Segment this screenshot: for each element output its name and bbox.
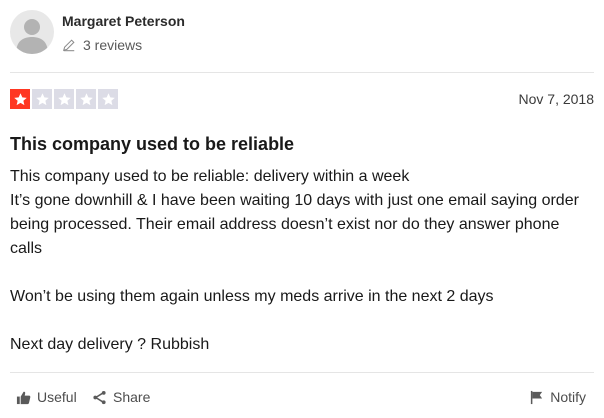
thumbs-up-icon: [16, 391, 31, 404]
star-empty: [98, 89, 118, 109]
star-icon: [57, 92, 71, 105]
useful-button[interactable]: Useful: [16, 389, 77, 405]
flag-icon: [531, 390, 543, 404]
star-icon: [35, 92, 49, 105]
star-empty: [54, 89, 74, 109]
reviews-count-label: 3 reviews: [83, 37, 143, 53]
star-empty: [32, 89, 52, 109]
star-icon: [101, 92, 115, 105]
share-icon: [93, 390, 106, 404]
review-header: Margaret Peterson 3 reviews: [10, 10, 594, 58]
useful-label: Useful: [37, 389, 77, 405]
star-empty: [76, 89, 96, 109]
star-filled: [10, 89, 30, 109]
review-actions: Useful Share Notify: [10, 389, 594, 409]
user-silhouette-icon: [16, 19, 48, 54]
notify-label: Notify: [550, 389, 586, 405]
author-name[interactable]: Margaret Peterson: [62, 13, 185, 29]
review-paragraph: Won’t be using them again unless my meds…: [10, 288, 494, 305]
share-label: Share: [113, 389, 151, 405]
review-body: This company used to be reliable: delive…: [10, 165, 594, 357]
review-paragraph: Next day delivery ? Rubbish: [10, 336, 210, 353]
divider: [10, 72, 594, 73]
review-paragraph: This company used to be reliable: delive…: [10, 168, 410, 185]
star-icon: [13, 92, 27, 105]
notify-button[interactable]: Notify: [529, 389, 586, 405]
avatar[interactable]: [10, 10, 54, 54]
review-date: Nov 7, 2018: [518, 91, 595, 107]
divider: [10, 372, 594, 373]
share-button[interactable]: Share: [92, 389, 150, 405]
review-title[interactable]: This company used to be reliable: [10, 134, 294, 155]
pencil-icon: [62, 39, 75, 52]
reviews-count: 3 reviews: [62, 37, 142, 53]
review-paragraph: It’s gone downhill & I have been waiting…: [10, 192, 579, 257]
star-icon: [79, 92, 93, 105]
star-rating: [10, 89, 120, 109]
